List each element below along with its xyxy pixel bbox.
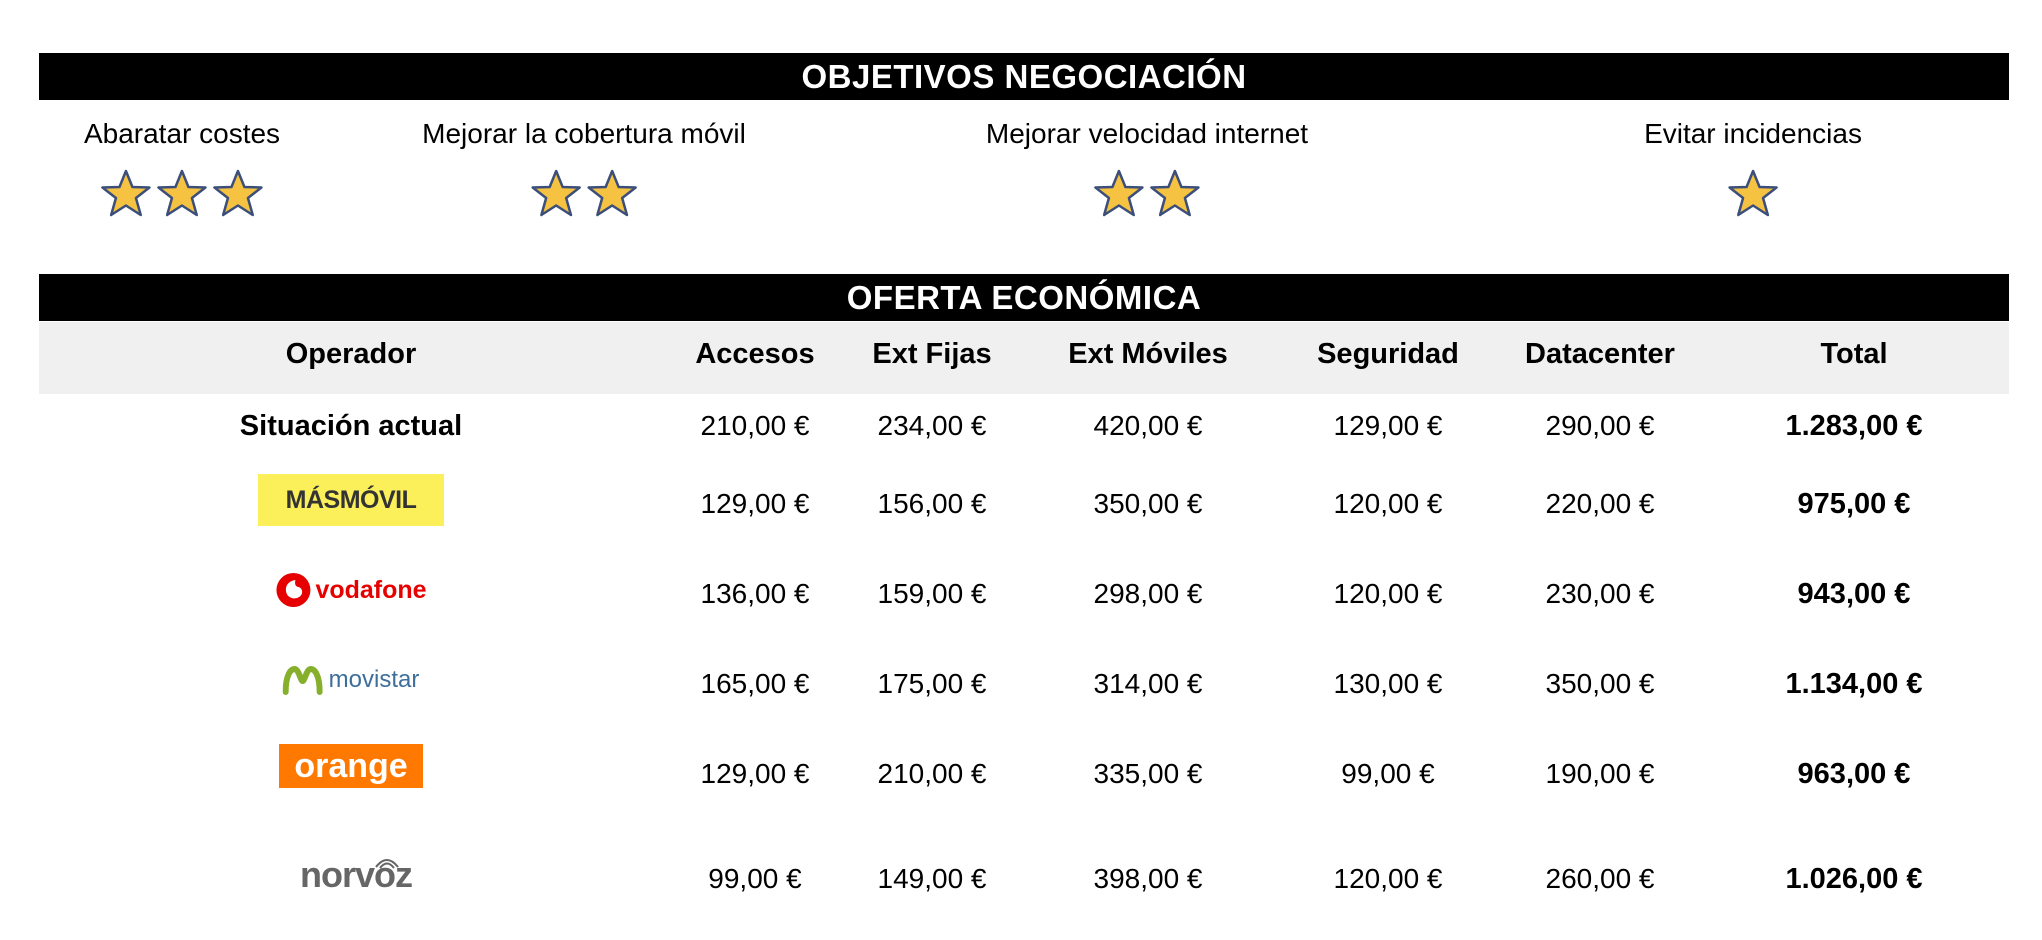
cell-datacenter: 230,00 € xyxy=(1545,578,1655,609)
objetivo-label: Evitar incidencias xyxy=(1644,118,1862,149)
oferta-title-bar: OFERTA ECONÓMICA xyxy=(39,274,2009,321)
cell-total: 943,00 € xyxy=(1797,578,1911,610)
cell-ext-moviles: 420,00 € xyxy=(1093,410,1203,441)
vodafone-logo: vodafone xyxy=(275,564,427,616)
cell-ext-fijas: 159,00 € xyxy=(877,578,987,609)
star-icon xyxy=(212,168,264,218)
cell-ext-fijas: 175,00 € xyxy=(877,668,987,699)
objetivo-stars xyxy=(1644,168,1862,218)
cell-datacenter: 290,00 € xyxy=(1545,410,1655,441)
cell-seguridad: 120,00 € xyxy=(1333,488,1443,519)
objetivo-label: Abaratar costes xyxy=(83,118,281,149)
operator-name: Situación actual xyxy=(239,410,463,442)
cell-ext-moviles: 398,00 € xyxy=(1093,863,1203,894)
objetivo-stars xyxy=(422,168,746,218)
cell-total: 963,00 € xyxy=(1797,758,1911,790)
cell-ext-moviles: 298,00 € xyxy=(1093,578,1203,609)
header-datacenter: Datacenter xyxy=(1525,338,1675,370)
star-icon xyxy=(530,168,582,218)
cell-seguridad: 130,00 € xyxy=(1333,668,1443,699)
cell-accesos: 210,00 € xyxy=(700,410,810,441)
cell-total: 975,00 € xyxy=(1797,488,1911,520)
header-ext-fijas: Ext Fijas xyxy=(872,338,992,370)
cell-ext-fijas: 210,00 € xyxy=(877,758,987,789)
header-accesos: Accesos xyxy=(695,338,815,370)
cell-total: 1.283,00 € xyxy=(1785,410,1923,442)
cell-datacenter: 350,00 € xyxy=(1545,668,1655,699)
objetivos-title-bar: OBJETIVOS NEGOCIACIÓN xyxy=(39,53,2009,100)
header-total: Total xyxy=(1820,338,1888,370)
cell-total: 1.026,00 € xyxy=(1785,863,1923,895)
cell-accesos: 136,00 € xyxy=(700,578,810,609)
cell-ext-moviles: 335,00 € xyxy=(1093,758,1203,789)
star-icon xyxy=(1727,168,1779,218)
cell-ext-fijas: 149,00 € xyxy=(877,863,987,894)
objetivo-label: Mejorar velocidad internet xyxy=(985,118,1309,149)
masmovil-logo: MÁSMÓVIL xyxy=(258,474,444,526)
cell-seguridad: 129,00 € xyxy=(1333,410,1443,441)
cell-ext-moviles: 350,00 € xyxy=(1093,488,1203,519)
objetivo-label: Mejorar la cobertura móvil xyxy=(422,118,746,149)
cell-ext-fijas: 234,00 € xyxy=(877,410,987,441)
star-icon xyxy=(1149,168,1201,218)
cell-accesos: 99,00 € xyxy=(708,863,802,894)
star-icon xyxy=(156,168,208,218)
oferta-title: OFERTA ECONÓMICA xyxy=(846,278,1202,316)
movistar-m-icon xyxy=(282,665,323,695)
movistar-logo: movistar xyxy=(282,654,419,706)
objetivos-title: OBJETIVOS NEGOCIACIÓN xyxy=(801,57,1247,95)
cell-seguridad: 99,00 € xyxy=(1341,758,1435,789)
star-icon xyxy=(586,168,638,218)
header-operador: Operador xyxy=(285,338,417,370)
cell-ext-fijas: 156,00 € xyxy=(877,488,987,519)
cell-accesos: 165,00 € xyxy=(700,668,810,699)
cell-accesos: 129,00 € xyxy=(700,488,810,519)
cell-datacenter: 190,00 € xyxy=(1545,758,1655,789)
objetivo-stars xyxy=(84,168,280,218)
star-icon xyxy=(1093,168,1145,218)
cell-total: 1.134,00 € xyxy=(1785,668,1923,700)
objetivo-velocidad-internet: Mejorar velocidad internet xyxy=(986,114,1308,218)
header-seguridad: Seguridad xyxy=(1317,338,1459,370)
cell-seguridad: 120,00 € xyxy=(1333,578,1443,609)
header-ext-moviles: Ext Móviles xyxy=(1068,338,1228,370)
cell-datacenter: 260,00 € xyxy=(1545,863,1655,894)
cell-seguridad: 120,00 € xyxy=(1333,863,1443,894)
cell-ext-moviles: 314,00 € xyxy=(1093,668,1203,699)
norvoz-wave-icon xyxy=(375,859,399,869)
vodafone-speechmark-icon xyxy=(276,573,311,607)
star-icon xyxy=(100,168,152,218)
cell-datacenter: 220,00 € xyxy=(1545,488,1655,519)
objetivo-abaratar-costes: Abaratar costes xyxy=(84,114,280,218)
objetivo-cobertura-movil: Mejorar la cobertura móvil xyxy=(422,114,746,218)
objetivo-stars xyxy=(986,168,1308,218)
orange-logo: orange xyxy=(279,744,423,788)
cell-accesos: 129,00 € xyxy=(700,758,810,789)
norvoz-logo: norvoz xyxy=(300,849,413,901)
objetivo-evitar-incidencias: Evitar incidencias xyxy=(1644,114,1862,218)
